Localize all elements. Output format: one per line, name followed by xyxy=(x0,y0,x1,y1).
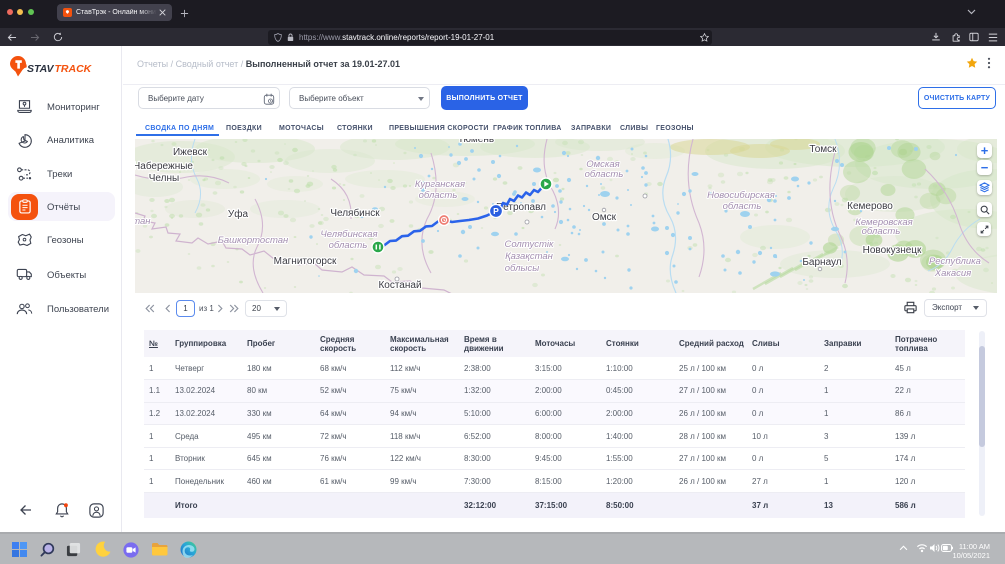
svg-text:стан: стан xyxy=(135,216,151,227)
svg-text:Барнаул: Барнаул xyxy=(802,257,841,268)
svg-text:Солтустік: Солтустік xyxy=(504,239,554,250)
svg-text:Омск: Омск xyxy=(592,212,617,223)
svg-text:STAV: STAV xyxy=(27,63,54,75)
svg-text:область: область xyxy=(419,190,458,201)
svg-text:Хакасия: Хакасия xyxy=(934,268,972,279)
svg-text:Томск: Томск xyxy=(809,144,837,155)
svg-text:область: область xyxy=(723,201,762,212)
svg-text:P: P xyxy=(493,206,499,216)
svg-text:Новокузнецк: Новокузнецк xyxy=(863,245,922,256)
svg-text:Челны: Челны xyxy=(149,173,179,184)
svg-text:область: область xyxy=(585,169,624,180)
svg-text:область: область xyxy=(862,226,901,237)
svg-text:Костанай: Костанай xyxy=(378,280,421,291)
svg-text:Қазақстан: Қазақстан xyxy=(505,251,554,262)
svg-text:Ижевск: Ижевск xyxy=(173,147,208,158)
svg-text:Тюмень: Тюмень xyxy=(458,139,494,145)
svg-text:Челябинская: Челябинская xyxy=(320,229,377,240)
svg-text:Уфа: Уфа xyxy=(228,208,249,220)
svg-text:область: область xyxy=(329,240,368,251)
svg-text:Новосибирская: Новосибирская xyxy=(707,190,775,201)
svg-text:Магнитогорск: Магнитогорск xyxy=(274,256,337,267)
svg-text:Башкортостан: Башкортостан xyxy=(218,235,289,246)
svg-text:Республика: Республика xyxy=(929,256,981,267)
svg-text:TRACK: TRACK xyxy=(55,63,93,75)
svg-text:Курганская: Курганская xyxy=(415,179,465,190)
svg-text:Набережные: Набережные xyxy=(135,160,193,172)
svg-text:облысы: облысы xyxy=(505,263,540,274)
svg-text:Челябинск: Челябинск xyxy=(330,207,380,219)
svg-text:Кемерово: Кемерово xyxy=(847,201,893,212)
